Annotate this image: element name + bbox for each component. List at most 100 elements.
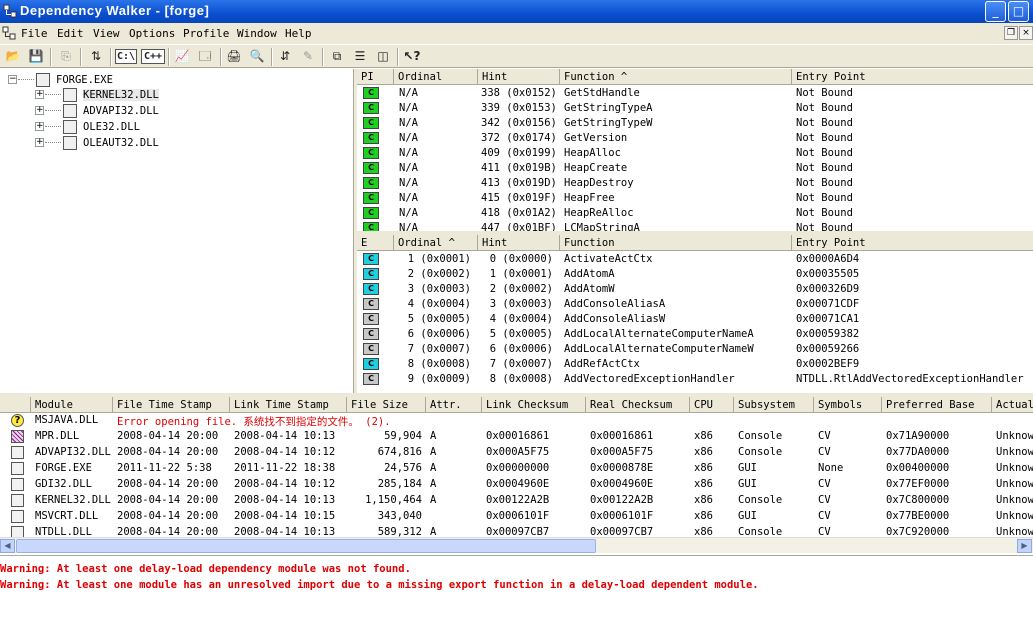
module-row[interactable]: FORGE.EXE 2011-11-22 5:38 2011-11-22 18:38… [0, 461, 1033, 476]
export-row[interactable]: C 1 (0x0001) 0 (0x0000) ActivateActCtx 0x000… [357, 252, 1033, 267]
col-actual[interactable]: Actual [992, 397, 1033, 413]
import-function: HeapCreate [564, 162, 628, 174]
col-subsystem[interactable]: Subsystem [734, 397, 814, 413]
toolbar-separator [50, 48, 52, 66]
col-link-time-stamp[interactable]: Link Time Stamp [230, 397, 347, 413]
module-row[interactable]: ADVAPI32.DLL 2008-04-14 20:00 2008-04-14 1… [0, 445, 1033, 460]
save-icon[interactable]: 💾 [26, 47, 46, 66]
menu-window[interactable]: Window [237, 27, 277, 40]
menu-help[interactable]: Help [285, 27, 312, 40]
module-tree[interactable]: − FORGE.EXE + KERNEL32.DLL + ADVAPI32.DL… [0, 69, 354, 393]
menu-edit[interactable]: Edit [57, 27, 84, 40]
tree-item-kernel32[interactable]: + KERNEL32.DLL [35, 87, 335, 103]
col-file-size[interactable]: File Size [347, 397, 426, 413]
col-module[interactable]: Module [31, 397, 113, 413]
import-row[interactable]: C N/A 372 (0x0174) GetVersion Not Bound [357, 131, 1033, 146]
full-paths-button[interactable]: C:\ [115, 49, 137, 64]
tree-item-forge[interactable]: − FORGE.EXE [8, 72, 308, 88]
col-function[interactable]: Function ^ [560, 69, 792, 85]
properties-icon[interactable]: 🗔 [195, 47, 215, 66]
find-icon[interactable]: 🔍 [247, 47, 267, 66]
scroll-right-icon[interactable]: ▶ [1017, 539, 1032, 553]
import-row[interactable]: C N/A 415 (0x019F) HeapFree Not Bound [357, 191, 1033, 206]
log-pane[interactable]: Warning: At least one delay-load depende… [0, 555, 1033, 634]
imports-list[interactable]: PI Ordinal Hint Function ^ Entry Point C… [357, 69, 1033, 231]
col-function[interactable]: Function [560, 235, 792, 251]
expand-icon[interactable]: + [35, 122, 44, 131]
module-row-error[interactable]: ? MSJAVA.DLL Error opening file. 系统找不到指定… [0, 413, 1033, 428]
full-paths-icon[interactable]: ⇅ [86, 47, 106, 66]
col-hint[interactable]: Hint [478, 69, 560, 85]
import-row[interactable]: C N/A 447 (0x01BF) LCMapStringA Not Bound [357, 221, 1033, 231]
col-cpu[interactable]: CPU [690, 397, 734, 413]
export-row[interactable]: C 7 (0x0007) 6 (0x0006) AddLocalAlternateCo… [357, 342, 1033, 357]
child-close-button[interactable]: × [1019, 26, 1033, 40]
col-attr[interactable]: Attr. [426, 397, 482, 413]
menu-view[interactable]: View [93, 27, 120, 40]
maximize-button[interactable]: □ [1008, 1, 1029, 22]
col-ordinal[interactable]: Ordinal ^ [394, 235, 478, 251]
menu-options[interactable]: Options [129, 27, 175, 40]
export-row[interactable]: C 9 (0x0009) 8 (0x0008) AddVectoredExceptio… [357, 372, 1033, 387]
exports-list[interactable]: E Ordinal ^ Hint Function Entry Point C 1… [357, 235, 1033, 393]
undecorate-cpp-button[interactable]: C++ [141, 49, 165, 64]
open-folder-icon[interactable]: 📂 [3, 47, 23, 66]
copy-icon[interactable]: ⎘ [56, 47, 76, 66]
import-row[interactable]: C N/A 338 (0x0152) GetStdHandle Not Bound [357, 86, 1033, 101]
system-info-icon[interactable]: 🖨 [224, 47, 244, 66]
module-row[interactable]: MPR.DLL 2008-04-14 20:00 2008-04-14 10:13 5… [0, 429, 1033, 444]
child-window-icon[interactable] [2, 26, 16, 40]
sort-icon[interactable]: ⇵ [275, 47, 295, 66]
import-row[interactable]: C N/A 339 (0x0153) GetStringTypeA Not Bound [357, 101, 1033, 116]
tile-vertical-icon[interactable]: ◫ [373, 47, 393, 66]
import-row[interactable]: C N/A 342 (0x0156) GetStringTypeW Not Bound [357, 116, 1033, 131]
module-row[interactable]: NTDLL.DLL 2008-04-14 20:00 2008-04-14 10:1… [0, 525, 1033, 537]
graph-icon[interactable]: 📈 [172, 47, 192, 66]
menu-profile[interactable]: Profile [183, 27, 229, 40]
col-hint[interactable]: Hint [478, 235, 560, 251]
edit-icon[interactable]: ✎ [298, 47, 318, 66]
export-row[interactable]: C 3 (0x0003) 2 (0x0002) AddAtomW 0x000326D9 [357, 282, 1033, 297]
module-row[interactable]: KERNEL32.DLL 2008-04-14 20:00 2008-04-14 1… [0, 493, 1033, 508]
col-entry-point[interactable]: Entry Point [792, 69, 1033, 85]
tile-horizontal-icon[interactable]: ☰ [350, 47, 370, 66]
col-file-time-stamp[interactable]: File Time Stamp [113, 397, 230, 413]
c-function-icon: C [363, 132, 379, 144]
col-link-checksum[interactable]: Link Checksum [482, 397, 586, 413]
col-entry-point[interactable]: Entry Point [792, 235, 1033, 251]
minimize-button[interactable]: _ [985, 1, 1006, 22]
collapse-icon[interactable]: − [8, 75, 17, 84]
export-row[interactable]: C 5 (0x0005) 4 (0x0004) AddConsoleAliasW 0x0… [357, 312, 1033, 327]
tree-item-ole32[interactable]: + OLE32.DLL [35, 119, 335, 135]
horizontal-scrollbar[interactable]: ◀ ▶ [0, 537, 1033, 553]
help-icon[interactable]: ↖? [402, 47, 422, 66]
export-row[interactable]: C 8 (0x0008) 7 (0x0007) AddRefActCtx 0x0002B… [357, 357, 1033, 372]
expand-icon[interactable]: + [35, 106, 44, 115]
tree-item-advapi32[interactable]: + ADVAPI32.DLL [35, 103, 335, 119]
col-real-checksum[interactable]: Real Checksum [586, 397, 690, 413]
export-row[interactable]: C 6 (0x0006) 5 (0x0005) AddLocalAlternateCo… [357, 327, 1033, 342]
module-row[interactable]: GDI32.DLL 2008-04-14 20:00 2008-04-14 10:1… [0, 477, 1033, 492]
col-pi[interactable]: PI [357, 69, 394, 85]
export-row[interactable]: C 2 (0x0002) 1 (0x0001) AddAtomA 0x00035505 [357, 267, 1033, 282]
export-row[interactable]: C 4 (0x0004) 3 (0x0003) AddConsoleAliasA 0x0… [357, 297, 1033, 312]
import-row[interactable]: C N/A 409 (0x0199) HeapAlloc Not Bound [357, 146, 1033, 161]
import-row[interactable]: C N/A 413 (0x019D) HeapDestroy Not Bound [357, 176, 1033, 191]
scroll-left-icon[interactable]: ◀ [0, 539, 15, 553]
import-row[interactable]: C N/A 411 (0x019B) HeapCreate Not Bound [357, 161, 1033, 176]
col-ordinal[interactable]: Ordinal [394, 69, 478, 85]
expand-icon[interactable]: + [35, 138, 44, 147]
module-row[interactable]: MSVCRT.DLL 2008-04-14 20:00 2008-04-14 10:… [0, 509, 1033, 524]
col-preferred-base[interactable]: Preferred Base [882, 397, 992, 413]
col-module-icon[interactable] [0, 397, 31, 413]
col-symbols[interactable]: Symbols [814, 397, 882, 413]
child-restore-button[interactable]: ❐ [1004, 26, 1018, 40]
tree-item-oleaut32[interactable]: + OLEAUT32.DLL [35, 135, 335, 151]
import-row[interactable]: C N/A 418 (0x01A2) HeapReAlloc Not Bound [357, 206, 1033, 221]
expand-icon[interactable]: + [35, 90, 44, 99]
menu-file[interactable]: File [21, 27, 48, 40]
module-list[interactable]: Module File Time Stamp Link Time Stamp F… [0, 397, 1033, 537]
col-e[interactable]: E [357, 235, 394, 251]
scroll-thumb[interactable] [16, 539, 596, 553]
cascade-icon[interactable]: ⧉ [327, 47, 347, 66]
